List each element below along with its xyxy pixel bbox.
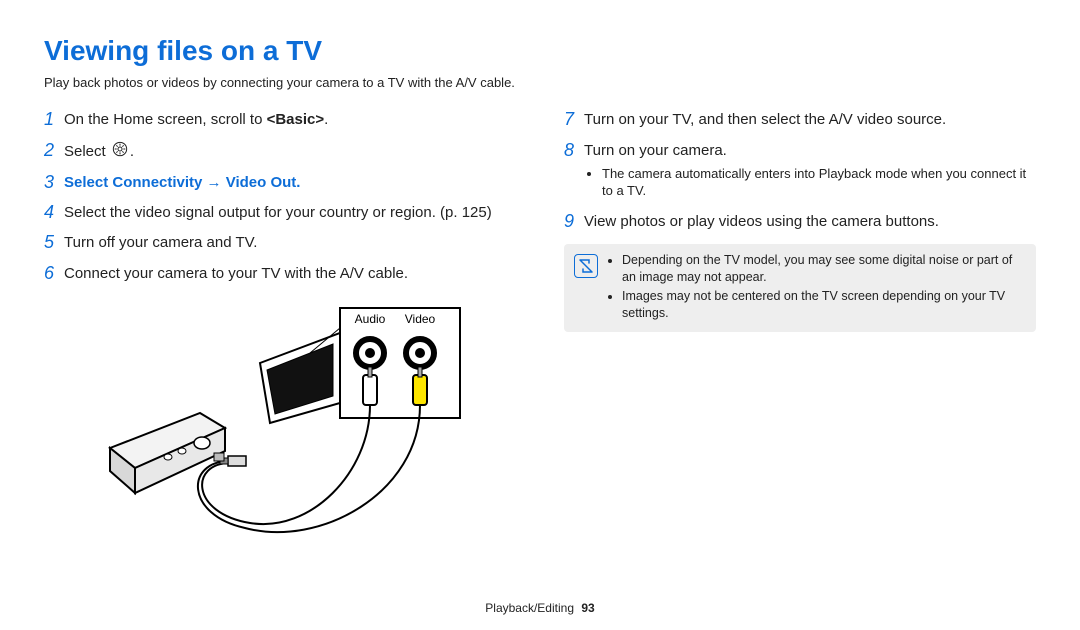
steps-left: 1On the Home screen, scroll to <Basic>.2…	[44, 109, 516, 284]
page-subtitle: Play back photos or videos by connecting…	[44, 74, 1036, 92]
connection-illustration: Audio Video	[44, 293, 516, 543]
step-text: Connect your camera to your TV with the …	[64, 263, 516, 284]
two-column-layout: 1On the Home screen, scroll to <Basic>.2…	[44, 109, 1036, 543]
step-sub-bullets: The camera automatically enters into Pla…	[602, 165, 1036, 200]
step-item: 2Select .	[44, 140, 516, 163]
step-number: 2	[44, 140, 64, 161]
right-column: 7Turn on your TV, and then select the A/…	[564, 109, 1036, 543]
step-text: Select Connectivity → Video Out.	[64, 172, 516, 193]
page-title: Viewing files on a TV	[44, 32, 1036, 70]
step-number: 7	[564, 109, 584, 130]
step-text: Turn off your camera and TV.	[64, 232, 516, 253]
step-item: 6Connect your camera to your TV with the…	[44, 263, 516, 284]
note-item: Images may not be centered on the TV scr…	[622, 288, 1026, 322]
step-item: 7Turn on your TV, and then select the A/…	[564, 109, 1036, 130]
note-list: Depending on the TV model, you may see s…	[622, 252, 1026, 324]
step-item: 5Turn off your camera and TV.	[44, 232, 516, 253]
steps-right: 7Turn on your TV, and then select the A/…	[564, 109, 1036, 232]
note-box: Depending on the TV model, you may see s…	[564, 244, 1036, 332]
video-jack-label: Video	[405, 312, 436, 326]
camera-tv-cable-illustration: Audio Video	[90, 293, 470, 543]
step-text: On the Home screen, scroll to <Basic>.	[64, 109, 516, 130]
footer-section: Playback/Editing	[485, 601, 574, 615]
audio-jack-label: Audio	[355, 312, 386, 326]
page-footer: Playback/Editing 93	[0, 600, 1080, 616]
step-number: 9	[564, 211, 584, 232]
step-item: 1On the Home screen, scroll to <Basic>.	[44, 109, 516, 130]
step-item: 3Select Connectivity → Video Out.	[44, 172, 516, 193]
step-text: Turn on your camera.The camera automatic…	[584, 140, 1036, 202]
step-text: Turn on your TV, and then select the A/V…	[584, 109, 1036, 130]
step-text: Select the video signal output for your …	[64, 202, 516, 223]
step-text: Select .	[64, 140, 516, 163]
step-text: View photos or play videos using the cam…	[584, 211, 1036, 232]
step-number: 6	[44, 263, 64, 284]
note-icon	[574, 254, 598, 278]
step-item: 8Turn on your camera.The camera automati…	[564, 140, 1036, 202]
left-column: 1On the Home screen, scroll to <Basic>.2…	[44, 109, 516, 543]
footer-page-number: 93	[581, 601, 594, 615]
manual-page: Viewing files on a TV Play back photos o…	[0, 0, 1080, 630]
gear-icon	[112, 141, 128, 163]
step-number: 3	[44, 172, 64, 193]
step-item: 9View photos or play videos using the ca…	[564, 211, 1036, 232]
step-number: 1	[44, 109, 64, 130]
step-item: 4Select the video signal output for your…	[44, 202, 516, 223]
step-number: 4	[44, 202, 64, 223]
step-number: 5	[44, 232, 64, 253]
step-number: 8	[564, 140, 584, 161]
note-item: Depending on the TV model, you may see s…	[622, 252, 1026, 286]
step-sub-bullet: The camera automatically enters into Pla…	[602, 165, 1036, 200]
